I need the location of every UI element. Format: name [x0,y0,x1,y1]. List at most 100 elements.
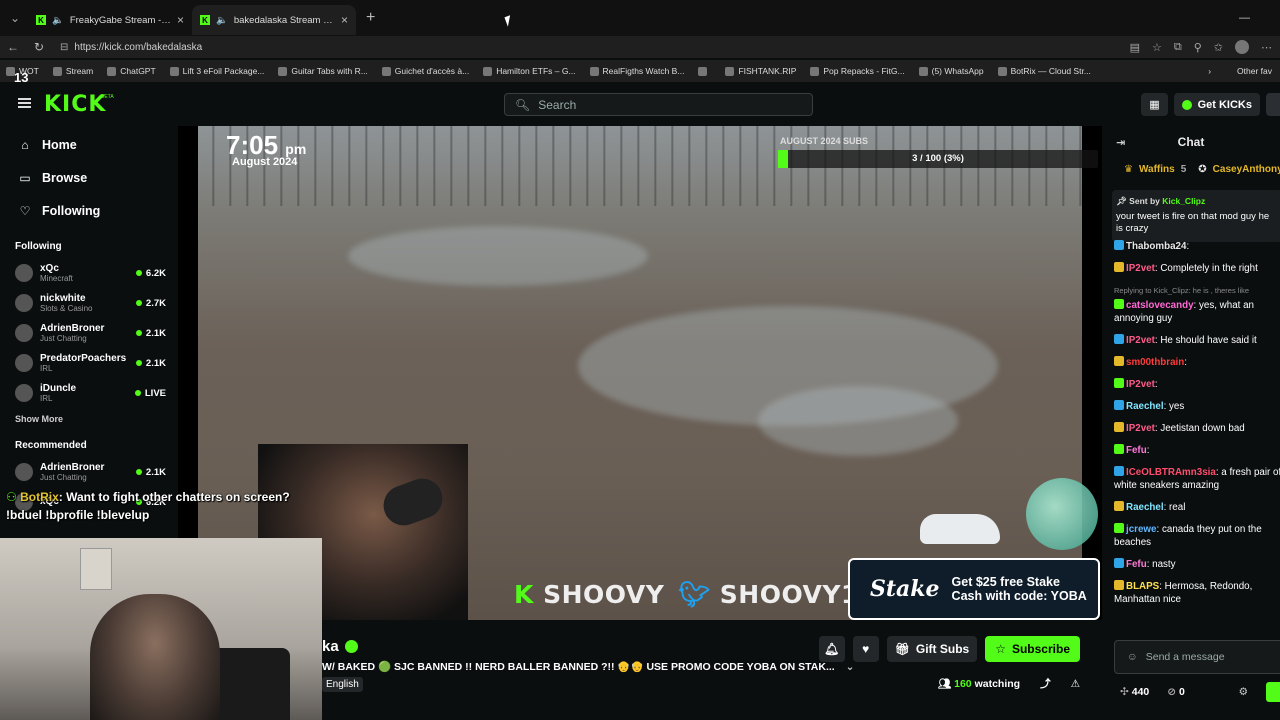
site-info-icon[interactable]: ⊟ [60,42,68,53]
chat-send-button[interactable] [1266,682,1280,702]
bookmark-item[interactable]: FISHTANK.RIP [725,66,796,76]
gear-icon[interactable]: ⚙ [1239,686,1248,698]
profile-avatar[interactable] [1235,40,1249,54]
new-tab-icon[interactable]: + [366,9,375,27]
chat-username[interactable]: Raechel [1126,502,1164,513]
sidebar-following[interactable]: ♡ Following [0,194,178,227]
back-icon[interactable]: ← [0,40,26,54]
stream-title-text: W/ BAKED 🟢 SJC BANNED !! NERD BALLER BAN… [322,661,835,673]
chat-username[interactable]: Fefu [1126,445,1147,456]
chat-username[interactable]: sm00thbrain [1126,357,1184,368]
close-tab-icon[interactable]: × [341,13,348,27]
chat-input-placeholder: Send a message [1145,651,1225,663]
chat-message[interactable]: IP2vet: He should have said it [1114,334,1280,347]
url-field[interactable]: ⊟ https://kick.com/bakedalaska [60,42,1130,53]
user-avatar[interactable] [1266,93,1280,116]
sidebar-home[interactable]: ⌂ Home [0,128,178,161]
dashboard-icon[interactable]: ▦ [1141,93,1168,116]
chat-message[interactable]: Raechel: real [1114,501,1280,514]
bookmark-label: Hamilton ETFs – G... [496,66,576,76]
share-icon[interactable]: ⤴ [1040,676,1051,691]
sidebar-channel[interactable]: AdrienBroner Just Chatting 2.1K [0,457,178,487]
tab-list-chevron-icon[interactable]: ⌄ [2,5,28,31]
streamer-name[interactable]: ka [322,638,358,655]
subscribe-button[interactable]: ☆ Subscribe [985,636,1080,662]
emote-icon[interactable]: ☺ [1127,651,1138,663]
sidebar-channel[interactable]: iDuncle IRL LIVE [0,378,178,408]
split-icon[interactable]: ⚲ [1194,41,1202,54]
reload-icon[interactable]: ↻ [26,40,52,54]
kick-logo[interactable]: KICK [44,92,106,117]
chat-input[interactable]: ☺ Send a message [1114,640,1280,674]
chevron-down-icon[interactable]: ⌄ [846,661,855,673]
bookmark-item[interactable]: (5) WhatsApp [918,66,984,76]
bookmark-item[interactable]: ChatGPT [107,66,156,76]
chat-message[interactable]: Replying to Kick_Clipz: he is , theres l… [1114,284,1280,325]
bookmark-item[interactable]: RealFigths Watch B... [589,66,685,76]
chat-message[interactable]: IP2vet: Jeetistan down bad [1114,422,1280,435]
sidebar-browse[interactable]: ▭ Browse [0,161,178,194]
bookmark-item[interactable]: BotRix — Cloud Str... [997,66,1091,76]
chat-message[interactable]: IP2vet: Completely in the right [1114,262,1280,275]
bookmark-item[interactable] [698,66,711,76]
bookmark-item[interactable]: Lift 3 eFoil Package... [169,66,264,76]
extensions-icon[interactable]: ⧉ [1174,41,1182,54]
chat-message[interactable]: BLAPS: Hermosa, Redondo, Manhattan nice [1114,580,1280,606]
chat-username[interactable]: BLAPS [1126,581,1159,592]
get-kicks-button[interactable]: Get KICKs [1173,93,1260,116]
minimize-icon[interactable]: — [1239,12,1250,24]
more-icon[interactable]: ⋯ [1261,41,1272,54]
reader-icon[interactable]: ▤ [1130,41,1140,54]
chat-username[interactable]: Raechel [1126,401,1164,412]
show-more-link[interactable]: Show More [0,414,178,424]
chat-badge-icon [1114,422,1124,432]
report-icon[interactable]: ⚠ [1071,678,1080,690]
chat-message[interactable]: Raechel: yes [1114,400,1280,413]
chat-username[interactable]: jcrewe [1126,524,1157,535]
follow-heart-button[interactable]: ♥ [852,636,879,662]
chat-message[interactable]: sm00thbrain: [1114,356,1280,369]
bookmark-item[interactable]: Pop Repacks - FitG... [810,66,905,76]
language-tag[interactable]: English [322,677,363,692]
sidebar-channel[interactable]: nickwhite Slots & Casino 2.7K [0,288,178,318]
browser-tab[interactable]: K 🔈 FreakyGabe Stream - Watch L × [28,5,192,35]
gifter-name[interactable]: CaseyAnthony [1213,164,1280,175]
sidebar-channel[interactable]: xQc Minecraft 6.2K [0,258,178,288]
bookmark-item[interactable]: Stream [52,66,93,76]
chat-username[interactable]: IP2vet [1126,423,1155,434]
collapse-chat-icon[interactable]: ⇥ [1116,136,1125,149]
chat-message[interactable]: jcrewe: canada they put on the beaches [1114,523,1280,549]
chat-username[interactable]: IP2vet [1126,263,1155,274]
menu-icon[interactable] [18,98,31,108]
bookmark-item[interactable]: Guichet d'accès à... [381,66,469,76]
close-tab-icon[interactable]: × [177,13,184,27]
bookmark-label: RealFigths Watch B... [602,66,685,76]
chat-message[interactable]: IP2vet: [1114,378,1280,391]
bookmark-item[interactable]: Guitar Tabs with R... [278,66,368,76]
other-favorites[interactable]: Other fav [1237,66,1280,76]
favorites-icon[interactable]: ✩ [1214,41,1223,54]
notification-bell-button[interactable]: 🔔︎ [818,636,845,662]
chat-message[interactable]: Thabomba24: [1114,240,1280,253]
chat-username[interactable]: catslovecandy [1126,300,1194,311]
chat-username[interactable]: IP2vet [1126,379,1155,390]
chat-message[interactable]: ICeOLBTRAmn3sia: a fresh pair of white s… [1114,466,1280,492]
chat-username[interactable]: Fefu [1126,559,1147,570]
chat-username[interactable]: ICeOLBTRAmn3sia [1126,467,1216,478]
chat-message[interactable]: Fefu: nasty [1114,558,1280,571]
pinned-user[interactable]: Kick_Clipz [1162,196,1205,206]
sub-goal-text: 3 / 100 (3%) [912,153,964,164]
chat-username[interactable]: Thabomba24 [1126,241,1186,252]
chat-message[interactable]: Fefu: [1114,444,1280,457]
chat-username[interactable]: IP2vet [1126,335,1155,346]
gifter-name[interactable]: Waffins [1139,164,1175,175]
favorite-star-icon[interactable]: ☆ [1152,41,1162,54]
browser-tab-active[interactable]: K 🔈 bakedalaska Stream - Watch × [192,5,356,35]
sidebar-channel[interactable]: AdrienBroner Just Chatting 2.1K [0,318,178,348]
more-bookmarks-icon[interactable]: › [1208,66,1211,76]
gift-subs-button[interactable]: 🎁︎ Gift Subs [886,636,978,662]
speaker-icon: 🔈 [52,14,64,26]
search-input[interactable]: 🔍︎ Search [504,93,813,116]
bookmark-item[interactable]: Hamilton ETFs – G... [483,66,576,76]
sidebar-channel[interactable]: PredatorPoachers IRL 2.1K [0,348,178,378]
